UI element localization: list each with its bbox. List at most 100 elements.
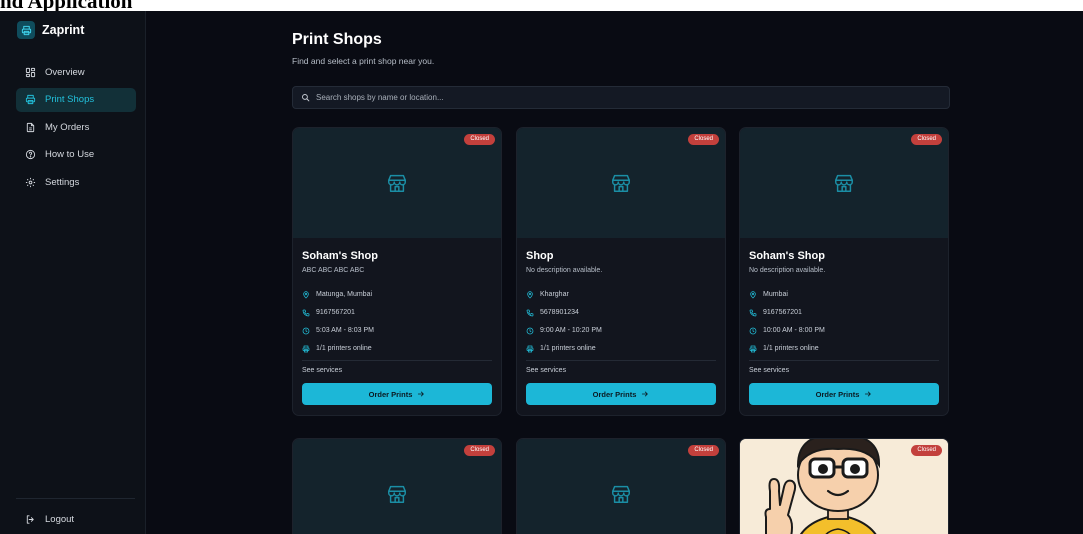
see-services-link[interactable]: See services [302,367,492,374]
brand[interactable]: Zaprint [17,21,84,39]
see-services-link[interactable]: See services [749,367,939,374]
order-prints-button[interactable]: Order Prints [749,383,939,405]
sidebar: Zaprint Overview Print Shops My Orders H… [0,11,146,534]
order-prints-button[interactable]: Order Prints [526,383,716,405]
sidebar-item-label: Settings [45,176,80,188]
sidebar-item-print-shops[interactable]: Print Shops [16,87,136,112]
shop-card[interactable]: Closed Soham's Shop ABC ABC ABC ABC Matu… [292,127,502,416]
arrow-right-icon [865,391,872,397]
phone-icon [526,309,534,316]
brand-name: Zaprint [42,23,85,37]
search-icon [302,94,310,102]
shop-name: Soham's Shop [749,250,825,262]
shop-image-placeholder: Closed [293,128,501,238]
shop-name: Shop [526,250,554,262]
shop-hours: 5:03 AM - 8:03 PM [302,326,492,335]
document-icon [26,122,35,132]
gear-icon [25,177,36,187]
sidebar-item-label: Overview [45,66,85,78]
printer-icon [749,345,757,352]
printer-icon [25,94,36,105]
clock-icon [302,327,310,334]
search-bar[interactable] [292,86,950,109]
logout-label: Logout [45,514,75,525]
arrow-right-icon [642,391,649,397]
shop-name: Soham's Shop [302,250,378,262]
help-circle-icon [25,149,36,160]
status-badge: Closed [688,134,719,145]
map-pin-icon [527,290,533,299]
phone-icon [749,309,757,316]
page-title: Print Shops [292,31,382,48]
printers-text: 1/1 printers online [316,345,372,352]
printer-logo-icon [17,21,35,39]
sidebar-item-settings[interactable]: Settings [16,170,136,194]
shop-image-placeholder: Closed [517,439,725,534]
document-caption: nd Application [0,0,133,13]
status-badge: Closed [911,445,942,456]
shop-card[interactable]: Closed Shop No description available. Kh… [516,127,726,416]
printers-text: 1/1 printers online [540,345,596,352]
sidebar-nav: Overview Print Shops My Orders How to Us… [16,60,136,198]
store-icon [388,485,406,503]
shop-location: Mumbai [749,290,939,299]
shop-image-placeholder: Closed [740,128,948,238]
location-text: Kharghar [540,291,569,298]
sidebar-item-overview[interactable]: Overview [16,60,136,84]
store-icon [835,174,853,192]
shop-location: Kharghar [526,290,716,299]
sidebar-item-label: How to Use [45,149,95,160]
sidebar-item-how-to-use[interactable]: How to Use [16,143,136,167]
phone-icon [302,309,310,316]
card-divider [749,360,939,361]
shop-description: No description available. [749,267,826,274]
shop-phone: 9167567201 [302,308,492,317]
shop-card[interactable]: Closed [739,438,949,534]
shop-card[interactable]: Closed [516,438,726,534]
page-subtitle: Find and select a print shop near you. [292,56,435,66]
map-pin-icon [303,290,309,299]
shop-hours: 10:00 AM - 8:00 PM [749,326,939,335]
see-services-link[interactable]: See services [526,367,716,374]
shop-location: Matunga, Mumbai [302,290,492,299]
shop-photo: Closed [740,439,948,534]
shop-description: ABC ABC ABC ABC [302,267,365,274]
shop-phone: 9167567201 [749,308,939,317]
shop-printers: 1/1 printers online [749,344,939,353]
sidebar-item-label: My Orders [45,121,90,133]
sidebar-item-label: Print Shops [45,94,95,105]
phone-text: 5678901234 [540,309,579,316]
printer-icon [526,345,534,352]
hours-text: 5:03 AM - 8:03 PM [316,327,374,334]
printers-text: 1/1 printers online [763,345,819,352]
map-pin-icon [750,290,756,299]
order-prints-label: Order Prints [592,389,637,399]
shop-card[interactable]: Closed Soham's Shop No description avail… [739,127,949,416]
order-prints-button[interactable]: Order Prints [302,383,492,405]
printer-icon [302,345,310,352]
location-text: Matunga, Mumbai [316,291,373,298]
phone-text: 9167567201 [316,309,355,316]
clock-icon [526,327,534,334]
status-badge: Closed [464,445,495,456]
shop-phone: 5678901234 [526,308,716,317]
app-window: Zaprint Overview Print Shops My Orders H… [0,11,1083,534]
store-icon [612,174,630,192]
hours-text: 9:00 AM - 10:20 PM [540,327,602,334]
shop-image-placeholder: Closed [517,128,725,238]
search-input[interactable] [316,93,949,102]
shop-printers: 1/1 printers online [302,344,492,353]
sidebar-divider [16,498,135,499]
sidebar-item-my-orders[interactable]: My Orders [16,115,136,139]
shop-card[interactable]: Closed [292,438,502,534]
arrow-right-icon [418,391,425,397]
status-badge: Closed [688,445,719,456]
logout-icon [26,515,34,524]
store-icon [388,174,406,192]
shop-image-placeholder: Closed [293,439,501,534]
phone-text: 9167567201 [763,309,802,316]
logout-button[interactable]: Logout [25,514,74,525]
grid-icon [25,67,36,77]
main-content: Print Shops Find and select a print shop… [146,11,1083,534]
card-divider [526,360,716,361]
